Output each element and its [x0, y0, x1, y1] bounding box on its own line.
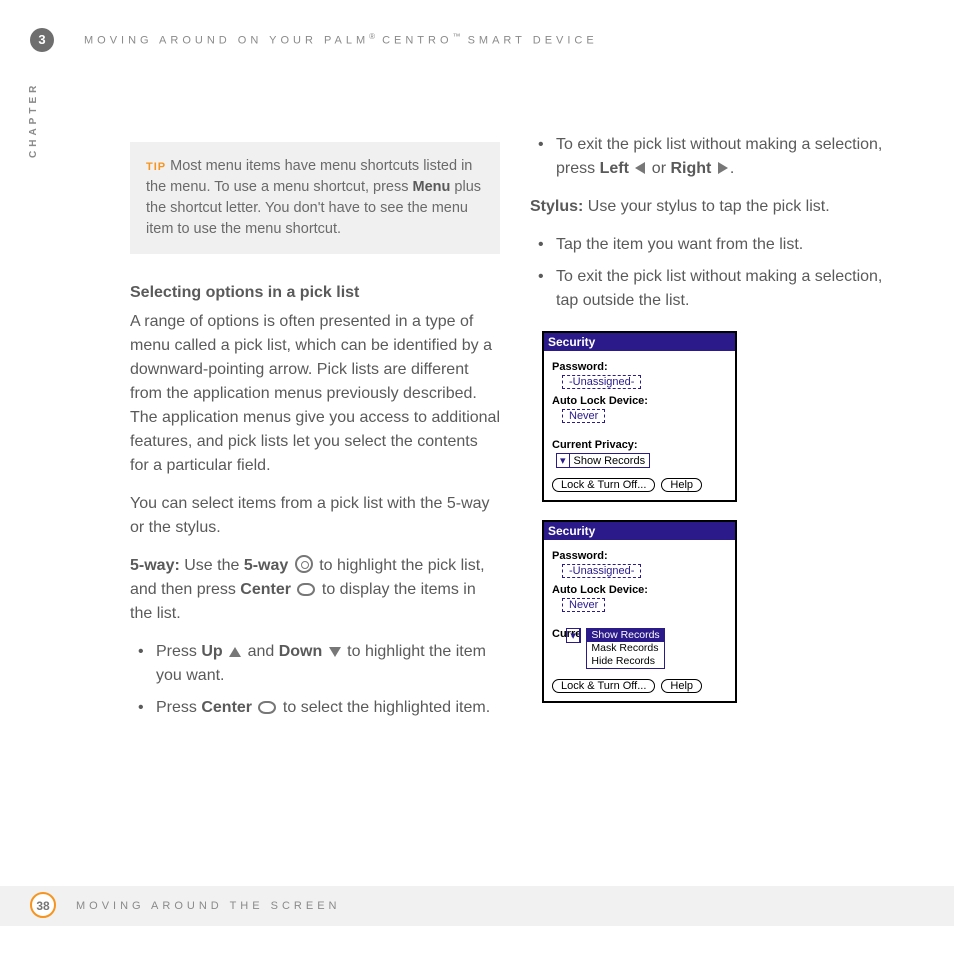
- bullet-tap-outside: To exit the pick list without making a s…: [530, 265, 900, 313]
- lock-turnoff-button[interactable]: Lock & Turn Off...: [552, 478, 655, 492]
- tm-mark: ™: [453, 32, 461, 41]
- password-value[interactable]: -Unassigned-: [562, 375, 641, 389]
- fw-b1: 5-way: [244, 557, 288, 574]
- autolock-value[interactable]: Never: [562, 598, 605, 612]
- head-post: SMART DEVICE: [461, 35, 598, 47]
- security-screenshot-closed: Security Password: -Unassigned- Auto Loc…: [542, 331, 737, 502]
- center-word: Center: [201, 699, 252, 716]
- para-select-methods: You can select items from a pick list wi…: [130, 492, 500, 540]
- stylus-label: Stylus:: [530, 198, 583, 215]
- autolock-value[interactable]: Never: [562, 409, 605, 423]
- chapter-badge: 3: [30, 28, 54, 52]
- autolock-label: Auto Lock Device:: [552, 584, 727, 596]
- stylus-text: Use your stylus to tap the pick list.: [583, 198, 829, 215]
- head-pre: MOVING AROUND ON YOUR PALM: [84, 35, 369, 47]
- running-head: MOVING AROUND ON YOUR PALM® CENTRO™ SMAR…: [84, 32, 598, 47]
- up-arrow-icon: [229, 647, 241, 657]
- page-number-badge: 38: [30, 892, 56, 918]
- left-arrow-icon: [635, 162, 645, 174]
- password-value[interactable]: -Unassigned-: [562, 564, 641, 578]
- privacy-label: Current Privacy:: [552, 439, 727, 451]
- fiveway-label: 5-way:: [130, 557, 180, 574]
- tip-label: TIP: [146, 161, 166, 173]
- center-button-icon: [297, 583, 315, 596]
- para-5way: 5-way: Use the 5-way to highlight the pi…: [130, 554, 500, 626]
- bl1m: and: [243, 643, 279, 660]
- fiveway-bullets: Press Up and Down to highlight the item …: [130, 640, 500, 720]
- popup-show-records[interactable]: Show Records: [587, 629, 663, 642]
- left-column: TIP Most menu items have menu shortcuts …: [130, 142, 500, 734]
- tip-box: TIP Most menu items have menu shortcuts …: [130, 142, 500, 254]
- password-label: Password:: [552, 361, 727, 373]
- right-arrow-icon: [718, 162, 728, 174]
- picker-value: Show Records: [570, 455, 650, 467]
- shot-title: Security: [544, 333, 735, 351]
- privacy-picker[interactable]: ▾Show Records: [556, 453, 650, 468]
- autolock-label: Auto Lock Device:: [552, 395, 727, 407]
- popup-hide-records[interactable]: Hide Records: [587, 655, 663, 668]
- bl1a: Press: [156, 643, 201, 660]
- stylus-bullets: Tap the item you want from the list. To …: [530, 233, 900, 313]
- password-label: Password:: [552, 550, 727, 562]
- left-word: Left: [600, 160, 629, 177]
- shot-title: Security: [544, 522, 735, 540]
- right-word: Right: [670, 160, 711, 177]
- brtm: or: [647, 160, 670, 177]
- help-button[interactable]: Help: [661, 679, 702, 693]
- popup-mask-records[interactable]: Mask Records: [587, 642, 663, 655]
- head-mid: CENTRO: [375, 35, 453, 47]
- privacy-popup[interactable]: Show Records Mask Records Hide Records: [586, 628, 664, 669]
- help-button[interactable]: Help: [661, 478, 702, 492]
- tip-menu: Menu: [413, 179, 451, 195]
- bullet-tap-item: Tap the item you want from the list.: [530, 233, 900, 257]
- fw-t1: Use the: [180, 557, 244, 574]
- footer-text: MOVING AROUND THE SCREEN: [76, 900, 341, 912]
- bullet-up-down: Press Up and Down to highlight the item …: [130, 640, 500, 688]
- section-heading: Selecting options in a pick list: [130, 284, 500, 302]
- brtz: .: [730, 160, 734, 177]
- chapter-side-label: CHAPTER: [28, 82, 39, 158]
- bullet-exit-lr: To exit the pick list without making a s…: [530, 133, 900, 181]
- para-picklist: A range of options is often presented in…: [130, 310, 500, 478]
- right-column: To exit the pick list without making a s…: [530, 133, 900, 703]
- fiveway-ring-icon: [295, 555, 313, 573]
- security-screenshot-open: Security Password: -Unassigned- Auto Loc…: [542, 520, 737, 703]
- picker-arrow-icon: ▾: [567, 629, 580, 642]
- down-word: Down: [279, 643, 323, 660]
- picker-arrow-icon: ▾: [557, 454, 570, 467]
- lock-turnoff-button[interactable]: Lock & Turn Off...: [552, 679, 655, 693]
- down-arrow-icon: [329, 647, 341, 657]
- center-button-icon: [258, 701, 276, 714]
- bullet-center: Press Center to select the highlighted i…: [130, 696, 500, 720]
- para-stylus: Stylus: Use your stylus to tap the pick …: [530, 195, 900, 219]
- bl2a: Press: [156, 699, 201, 716]
- bl2z: to select the highlighted item.: [278, 699, 490, 716]
- exit-bullet-top: To exit the pick list without making a s…: [530, 133, 900, 181]
- fw-b2: Center: [240, 581, 291, 598]
- up-word: Up: [201, 643, 222, 660]
